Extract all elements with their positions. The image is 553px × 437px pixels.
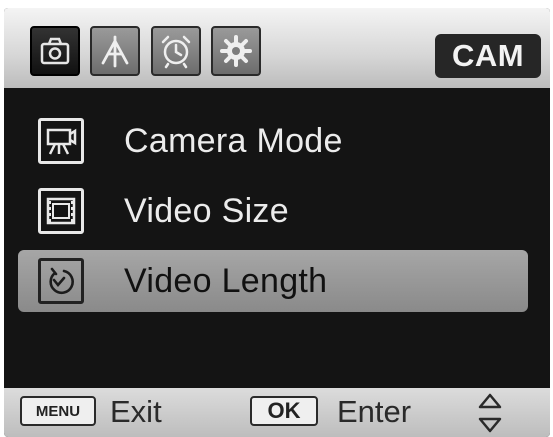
ok-key[interactable]: OK [250, 396, 318, 426]
menu-action-label: Exit [110, 394, 162, 429]
tab-alarm[interactable] [151, 26, 201, 76]
camcorder-icon [38, 118, 84, 164]
up-down-arrows-icon [478, 393, 502, 433]
menu-item-label: Video Size [124, 191, 289, 230]
menu-item-camera-mode[interactable]: Camera Mode [18, 110, 528, 172]
tab-settings[interactable] [211, 26, 261, 76]
camera-menu-screen: CAM Camera Mode Video Size Video Length … [4, 8, 550, 437]
film-frame-icon [38, 188, 84, 234]
top-tab-bar: CAM [4, 8, 550, 88]
menu-key[interactable]: MENU [20, 396, 96, 426]
menu-item-video-length[interactable]: Video Length [18, 250, 528, 312]
timer-icon [38, 258, 84, 304]
menu-item-label: Camera Mode [124, 121, 343, 160]
tab-antenna[interactable] [90, 26, 140, 76]
menu-item-label: Video Length [124, 261, 328, 300]
gear-icon [220, 35, 252, 67]
hint-bar: MENU Exit OK Enter [4, 388, 550, 437]
tab-camera[interactable] [30, 26, 80, 76]
antenna-icon [101, 35, 129, 68]
mode-badge: CAM [435, 34, 541, 78]
ok-action-label: Enter [337, 394, 412, 429]
alarm-clock-icon [161, 35, 191, 69]
camera-icon [40, 37, 70, 65]
menu-item-video-size[interactable]: Video Size [18, 180, 528, 242]
